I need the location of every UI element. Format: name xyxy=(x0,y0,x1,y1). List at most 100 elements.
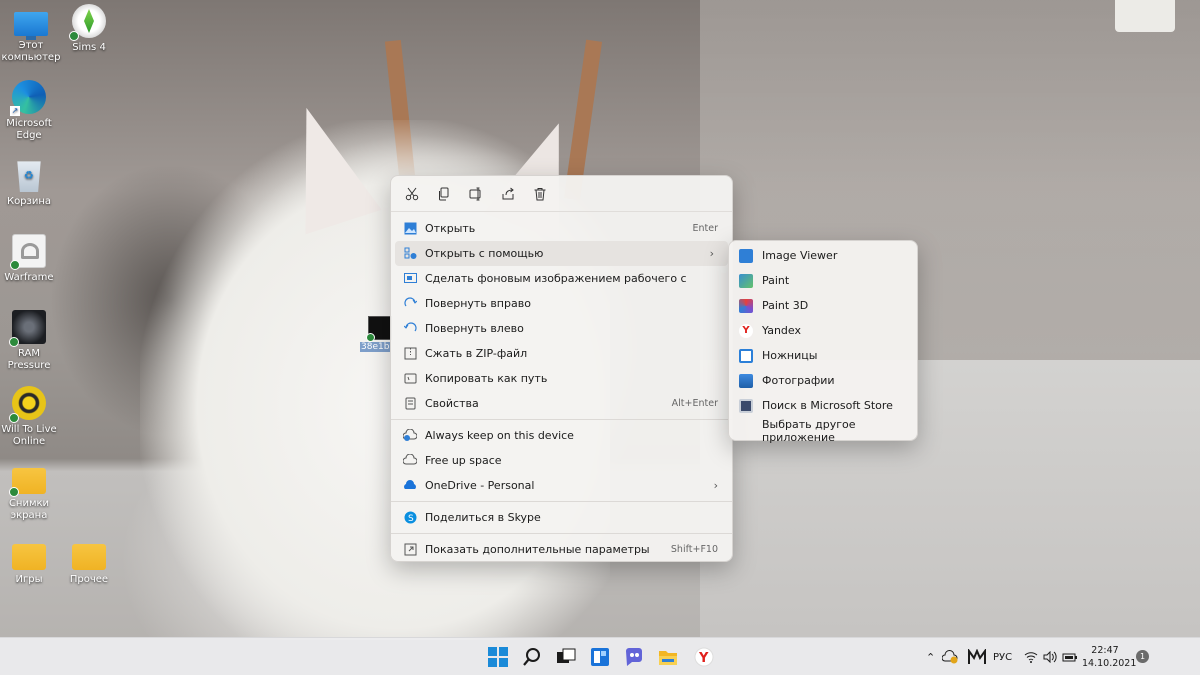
menu-item-open[interactable]: Открыть Enter xyxy=(391,216,732,241)
desktop-icon-label: Прочее xyxy=(69,574,109,585)
notification-badge[interactable]: 1 xyxy=(1136,650,1149,663)
desktop-icon-this-pc[interactable]: Этот компьютер xyxy=(0,6,62,64)
warframe-icon xyxy=(10,234,46,270)
yandex-icon: Y xyxy=(739,323,753,338)
widgets-icon[interactable] xyxy=(590,647,610,667)
sync-check-icon xyxy=(9,337,19,347)
edge-icon: ↗ xyxy=(10,80,46,116)
menu-item-rotate-right[interactable]: Повернуть вправо xyxy=(391,291,732,316)
clock-time: 22:47 xyxy=(1091,645,1119,656)
system-clock[interactable]: 22:47 14.10.2021 xyxy=(1082,644,1137,670)
desktop-icon-will-to-live[interactable]: Will To Live Online xyxy=(0,386,60,448)
task-view-icon[interactable] xyxy=(556,647,576,667)
menu-item-copy-path[interactable]: Копировать как путь xyxy=(391,366,732,391)
menu-separator xyxy=(391,419,732,420)
submenu-item-choose-other[interactable]: Выбрать другое приложение xyxy=(729,418,917,444)
sync-check-icon xyxy=(69,31,79,41)
submenu-item-snipping[interactable]: Ножницы xyxy=(729,343,917,368)
submenu-item-image-viewer[interactable]: Image Viewer xyxy=(729,243,917,268)
menu-item-share-skype[interactable]: S Поделиться в Skype xyxy=(391,505,732,530)
submenu-item-paint[interactable]: Paint xyxy=(729,268,917,293)
folder-icon xyxy=(9,468,46,497)
delete-icon[interactable] xyxy=(531,185,549,203)
sims-icon xyxy=(69,4,106,41)
paint-icon xyxy=(739,273,753,288)
desktop-icon-label: RAM Pressure xyxy=(7,348,51,371)
copy-path-icon xyxy=(403,372,417,386)
app-tray-icon[interactable] xyxy=(968,638,986,675)
cut-icon[interactable] xyxy=(403,185,421,203)
desktop-icon-sims[interactable]: Sims 4 xyxy=(58,4,120,54)
copy-icon[interactable] xyxy=(435,185,453,203)
menu-item-onedrive[interactable]: OneDrive - Personal › xyxy=(391,473,732,498)
will-to-live-icon xyxy=(9,386,46,423)
skype-icon: S xyxy=(403,511,417,525)
image-viewer-icon xyxy=(739,248,753,263)
chat-icon[interactable] xyxy=(624,647,644,667)
svg-text:S: S xyxy=(408,514,414,524)
desktop-icon-label: Игры xyxy=(15,574,43,585)
file-explorer-icon[interactable] xyxy=(658,647,678,667)
onedrive-sync-icon[interactable] xyxy=(942,638,960,675)
menu-separator xyxy=(391,501,732,502)
submenu-item-yandex[interactable]: Y Yandex xyxy=(729,318,917,343)
selected-image-file[interactable]: 38e1b6... xyxy=(360,316,392,352)
tray-overflow-icon[interactable]: ⌃ xyxy=(926,638,935,675)
submenu-item-photos[interactable]: Фотографии xyxy=(729,368,917,393)
context-menu: Открыть Enter Открыть с помощью › Сделат… xyxy=(390,175,733,562)
ram-pressure-icon xyxy=(9,310,46,347)
zip-icon xyxy=(403,347,417,361)
submenu-item-store-search[interactable]: Поиск в Microsoft Store xyxy=(729,393,917,418)
desktop-icon-recycle-bin[interactable]: ♻ Корзина xyxy=(0,158,60,208)
language-indicator[interactable]: РУС xyxy=(993,638,1012,675)
menu-separator xyxy=(391,533,732,534)
more-options-icon xyxy=(403,543,417,557)
menu-item-compress-zip[interactable]: Сжать в ZIP-файл xyxy=(391,341,732,366)
wifi-icon[interactable] xyxy=(1024,638,1038,675)
menu-item-properties[interactable]: Свойства Alt+Enter xyxy=(391,391,732,416)
context-menu-toolbar xyxy=(391,176,732,212)
photos-icon xyxy=(739,373,753,388)
desktop-icon-other-folder[interactable]: Прочее xyxy=(58,538,120,586)
share-icon[interactable] xyxy=(499,185,517,203)
desktop-icon-ram-pressure[interactable]: RAM Pressure xyxy=(0,310,60,372)
yandex-browser-icon[interactable]: Y xyxy=(694,647,714,667)
desktop-icon-label: Will To Live Online xyxy=(1,424,57,447)
sync-check-icon xyxy=(9,487,19,497)
chevron-right-icon: › xyxy=(709,247,714,260)
wallpaper-icon xyxy=(403,272,417,286)
rotate-left-icon xyxy=(403,322,417,336)
menu-item-open-with[interactable]: Открыть с помощью › xyxy=(395,241,728,266)
desktop-icon-label: Microsoft Edge xyxy=(6,118,52,141)
paint-3d-icon xyxy=(739,298,753,313)
desktop-icon-warframe[interactable]: Warframe xyxy=(0,234,60,284)
monitor-icon xyxy=(14,12,48,40)
menu-item-free-up-space[interactable]: Free up space xyxy=(391,448,732,473)
desktop-icon-label: Снимки экрана xyxy=(8,498,50,521)
menu-item-rotate-left[interactable]: Повернуть влево xyxy=(391,316,732,341)
svg-text:Y: Y xyxy=(698,651,709,666)
onedrive-icon xyxy=(403,479,417,493)
rotate-right-icon xyxy=(403,297,417,311)
battery-icon[interactable] xyxy=(1062,638,1078,675)
menu-item-always-keep[interactable]: Always keep on this device xyxy=(391,423,732,448)
image-thumbnail-icon xyxy=(366,316,392,342)
desktop-icon-label: Этот компьютер xyxy=(1,40,61,63)
desktop-icon-label: Warframe xyxy=(4,272,54,283)
desktop-icon-games-folder[interactable]: Игры xyxy=(0,538,60,586)
menu-item-set-wallpaper[interactable]: Сделать фоновым изображением рабочего с xyxy=(391,266,732,291)
rename-icon[interactable] xyxy=(467,185,485,203)
clock-date: 14.10.2021 xyxy=(1082,658,1137,669)
microsoft-store-icon xyxy=(739,398,753,413)
volume-icon[interactable] xyxy=(1043,638,1057,675)
search-icon[interactable] xyxy=(522,647,542,667)
selected-file-label: 38e1b6... xyxy=(360,342,390,352)
desktop-icon-screenshots-folder[interactable]: Снимки экрана xyxy=(0,462,60,522)
menu-item-show-more-options[interactable]: Показать дополнительные параметры Shift+… xyxy=(391,537,732,562)
submenu-item-paint-3d[interactable]: Paint 3D xyxy=(729,293,917,318)
desktop-icon-edge[interactable]: ↗ Microsoft Edge xyxy=(0,80,60,142)
windows-start-icon[interactable] xyxy=(488,647,508,667)
chevron-right-icon: › xyxy=(713,479,718,492)
snipping-tool-icon xyxy=(739,348,753,363)
folder-icon xyxy=(12,544,46,570)
